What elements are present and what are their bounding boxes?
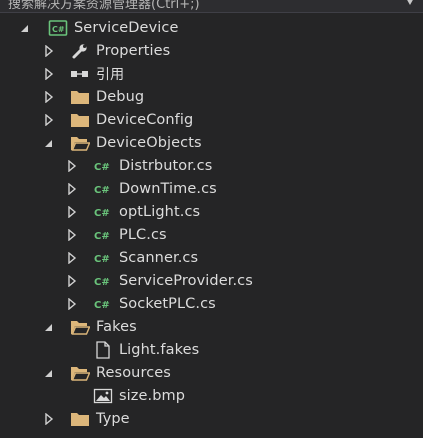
search-input[interactable]: 搜索解决方案资源管理器(Ctrl+;) — [8, 0, 200, 12]
tree-item-scanner-cs[interactable]: C# Scanner.cs — [67, 246, 198, 269]
folder-icon — [71, 113, 89, 127]
tree-item-downtime-cs[interactable]: C# DownTime.cs — [67, 177, 217, 200]
tree-item-label: 引用 — [96, 66, 125, 83]
tree-item-deviceobjects[interactable]: DeviceObjects — [44, 131, 202, 154]
tree-item-label: Properties — [96, 42, 171, 59]
svg-text:C#: C# — [94, 231, 110, 242]
svg-text:C#: C# — [52, 25, 65, 34]
collapsed-arrow-icon[interactable] — [67, 251, 77, 264]
tree-item-references[interactable]: 引用 — [44, 62, 124, 85]
collapsed-arrow-icon[interactable] — [67, 182, 77, 195]
tree-item-serviceprovider-cs[interactable]: C# ServiceProvider.cs — [67, 269, 253, 292]
search-dropdown-icon[interactable] — [405, 0, 415, 7]
collapsed-arrow-icon[interactable] — [44, 113, 54, 126]
csharp-file-icon: C# — [94, 208, 110, 219]
tree-item-deviceconfig[interactable]: DeviceConfig — [44, 108, 193, 131]
tree-item-optlight-cs[interactable]: C# optLight.cs — [67, 200, 200, 223]
folder-open-icon — [71, 366, 90, 381]
tree-item-label: DeviceObjects — [96, 134, 202, 151]
expanded-arrow-icon[interactable] — [44, 321, 54, 333]
tree-item-label: size.bmp — [119, 387, 186, 404]
tree-item-label: PLC.cs — [119, 226, 167, 243]
folder-icon — [71, 90, 89, 104]
collapsed-arrow-icon[interactable] — [44, 67, 54, 80]
search-bar[interactable]: 搜索解决方案资源管理器(Ctrl+;) — [0, 0, 423, 13]
tree-item-size-bmp[interactable]: size.bmp — [93, 384, 185, 407]
tree-item-label: DownTime.cs — [119, 180, 217, 197]
tree-item-socketplc-cs[interactable]: C# SocketPLC.cs — [67, 292, 216, 315]
csharp-file-icon: C# — [94, 231, 110, 242]
tree-item-label: SocketPLC.cs — [119, 295, 216, 312]
tree-item-label: optLight.cs — [119, 203, 201, 220]
file-icon — [96, 340, 110, 359]
tree-item-resources[interactable]: Resources — [44, 361, 171, 384]
svg-text:C#: C# — [94, 162, 110, 173]
svg-text:C#: C# — [94, 208, 110, 219]
folder-icon — [71, 412, 89, 426]
collapsed-arrow-icon[interactable] — [44, 44, 54, 57]
tree-item-light-fakes[interactable]: Light.fakes — [93, 338, 199, 361]
tree-item-project[interactable]: C# ServiceDevice — [20, 16, 178, 39]
tree-item-fakes[interactable]: Fakes — [44, 315, 137, 338]
tree-item-label: Resources — [96, 364, 171, 381]
csharp-file-icon: C# — [94, 277, 110, 288]
collapsed-arrow-icon[interactable] — [67, 228, 77, 241]
folder-open-icon — [71, 136, 90, 151]
tree-item-label: ServiceDevice — [74, 19, 179, 36]
expanded-arrow-icon[interactable] — [44, 367, 54, 379]
csharp-project-icon: C# — [48, 19, 68, 36]
tree-item-properties[interactable]: Properties — [44, 39, 170, 62]
collapsed-arrow-icon[interactable] — [67, 274, 77, 287]
tree-item-distrbutor-cs[interactable]: C# Distrbutor.cs — [67, 154, 212, 177]
collapsed-arrow-icon[interactable] — [67, 159, 77, 172]
tree-item-label: Light.fakes — [119, 341, 200, 358]
tree-item-label: Distrbutor.cs — [119, 157, 213, 174]
svg-text:C#: C# — [94, 254, 110, 265]
wrench-icon — [72, 43, 87, 58]
image-file-icon — [93, 388, 113, 403]
collapsed-arrow-icon[interactable] — [44, 90, 54, 103]
expanded-arrow-icon[interactable] — [20, 22, 30, 34]
csharp-file-icon: C# — [94, 185, 110, 196]
folder-open-icon — [71, 320, 90, 335]
tree-item-label: Type — [96, 410, 130, 427]
svg-text:C#: C# — [94, 300, 110, 311]
tree-item-label: Debug — [96, 88, 145, 105]
tree-item-plc-cs[interactable]: C# PLC.cs — [67, 223, 167, 246]
svg-text:C#: C# — [94, 185, 110, 196]
svg-text:C#: C# — [94, 277, 110, 288]
csharp-file-icon: C# — [94, 300, 110, 311]
tree-item-debug[interactable]: Debug — [44, 85, 144, 108]
tree-item-type[interactable]: Type — [44, 407, 130, 430]
tree-item-label: Scanner.cs — [119, 249, 199, 266]
tree-item-label: DeviceConfig — [96, 111, 194, 128]
csharp-file-icon: C# — [94, 254, 110, 265]
csharp-file-icon: C# — [94, 162, 110, 173]
tree-item-label: Fakes — [96, 318, 137, 335]
collapsed-arrow-icon[interactable] — [67, 297, 77, 310]
tree-item-label: ServiceProvider.cs — [119, 272, 253, 289]
collapsed-arrow-icon[interactable] — [67, 205, 77, 218]
collapsed-arrow-icon[interactable] — [44, 412, 54, 425]
references-icon — [71, 70, 88, 77]
expanded-arrow-icon[interactable] — [44, 137, 54, 149]
